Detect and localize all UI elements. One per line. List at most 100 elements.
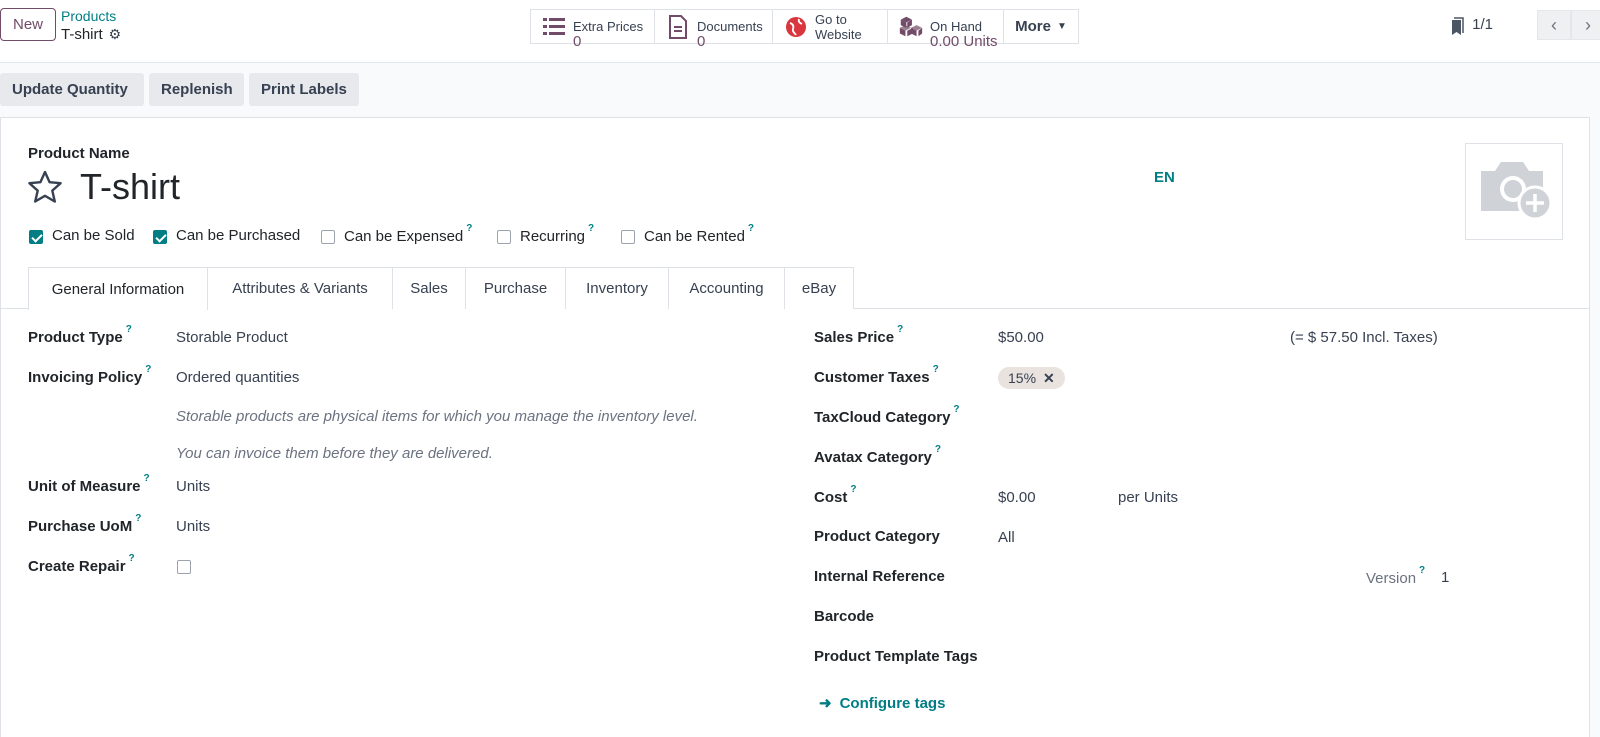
new-button[interactable]: New <box>0 8 56 41</box>
invoicing-policy-select[interactable]: Ordered quantities <box>176 369 299 386</box>
tab-purchase[interactable]: Purchase <box>465 267 566 309</box>
cost-field: Cost? <box>814 484 856 506</box>
barcode-label: Barcode <box>814 608 875 625</box>
purchase-uom-input[interactable]: Units <box>176 518 210 535</box>
replenish-button[interactable]: Replenish <box>149 73 244 106</box>
bookmark-icon[interactable] <box>1449 17 1465 42</box>
help-tooltip-icon[interactable]: ? <box>135 513 141 524</box>
product-name-input[interactable]: T-shirt <box>80 166 180 208</box>
cost-input[interactable]: $0.00 <box>998 489 1036 506</box>
tax-tag: 15% ✕ <box>998 367 1065 389</box>
tab-inventory[interactable]: Inventory <box>565 267 669 309</box>
product-image[interactable] <box>1465 143 1563 240</box>
product-type-field: Product Type? <box>28 324 132 346</box>
pager-value[interactable]: 1/1 <box>1472 16 1493 33</box>
help-tooltip-icon[interactable]: ? <box>748 223 754 234</box>
arrow-right-icon: ➜ <box>819 695 832 712</box>
tab-attributes-variants[interactable]: Attributes & Variants <box>207 267 393 309</box>
tab-general-information[interactable]: General Information <box>28 267 208 310</box>
internal-reference-label: Internal Reference <box>814 568 945 585</box>
documents-label: Documents <box>697 19 763 34</box>
document-icon <box>665 14 691 40</box>
gear-icon[interactable]: ⚙ <box>109 26 122 43</box>
create-repair-field: Create Repair? <box>28 553 135 575</box>
breadcrumb-current-label: T-shirt <box>61 26 103 43</box>
go-to-website-button[interactable]: Go to Website <box>772 9 888 44</box>
unit-of-measure-input[interactable]: Units <box>176 478 210 495</box>
invoicing-policy-label: Invoicing Policy <box>28 369 143 386</box>
update-quantity-button[interactable]: Update Quantity <box>0 73 144 106</box>
purchase-uom-field: Purchase UoM? <box>28 513 141 535</box>
on-hand-button[interactable]: On Hand 0.00 Units <box>887 9 1004 49</box>
can-be-sold-label: Can be Sold <box>52 227 135 244</box>
chevron-right-icon: › <box>1585 14 1591 35</box>
control-panel: New Products T-shirt ⚙ Extra Prices 0 Doc… <box>0 0 1600 63</box>
taxcloud-category-label: TaxCloud Category <box>814 409 951 426</box>
help-tooltip-icon[interactable]: ? <box>935 444 941 455</box>
help-tooltip-icon[interactable]: ? <box>145 364 151 375</box>
avatax-category-field: Avatax Category? <box>814 444 941 466</box>
help-tooltip-icon[interactable]: ? <box>144 473 150 484</box>
documents-count: 0 <box>697 33 706 50</box>
help-tooltip-icon[interactable]: ? <box>126 324 132 335</box>
tab-accounting[interactable]: Accounting <box>668 267 785 309</box>
avatax-category-label: Avatax Category <box>814 449 932 466</box>
help-tooltip-icon[interactable]: ? <box>897 324 903 335</box>
invoicing-help-text: You can invoice them before they are del… <box>176 445 493 462</box>
help-tooltip-icon[interactable]: ? <box>129 553 135 564</box>
help-tooltip-icon[interactable]: ? <box>1419 565 1425 576</box>
recurring-checkbox[interactable] <box>497 230 511 244</box>
star-icon[interactable] <box>27 170 63 209</box>
product-template-tags-label: Product Template Tags <box>814 648 978 665</box>
can-be-rented-checkbox[interactable] <box>621 230 635 244</box>
version-label: Version <box>1366 570 1417 587</box>
product-name-label: Product Name <box>28 145 130 162</box>
sales-price-input[interactable]: $50.00 <box>998 329 1044 346</box>
print-labels-button[interactable]: Print Labels <box>249 73 359 106</box>
form-sheet: Product Name T-shirt EN Can be Sold Can … <box>0 117 1590 737</box>
can-be-expensed-field: Can be Expensed? <box>344 223 472 245</box>
breadcrumb-products-link[interactable]: Products <box>61 8 116 24</box>
create-repair-checkbox[interactable] <box>177 560 191 574</box>
help-tooltip-icon[interactable]: ? <box>850 484 856 495</box>
product-type-select[interactable]: Storable Product <box>176 329 288 346</box>
extra-prices-button[interactable]: Extra Prices 0 <box>530 9 655 49</box>
product-category-label: Product Category <box>814 528 940 545</box>
customer-taxes-label: Customer Taxes <box>814 369 930 386</box>
more-button[interactable]: More ▼ <box>1003 9 1079 44</box>
sales-price-label: Sales Price <box>814 329 895 346</box>
cost-label: Cost <box>814 489 848 506</box>
help-tooltip-icon[interactable]: ? <box>933 364 939 375</box>
product-type-label: Product Type <box>28 329 123 346</box>
pager-previous-button[interactable]: ‹ <box>1537 10 1571 40</box>
can-be-expensed-checkbox[interactable] <box>321 230 335 244</box>
help-tooltip-icon[interactable]: ? <box>466 223 472 234</box>
configure-tags-link[interactable]: ➜ Configure tags <box>819 694 945 713</box>
unit-of-measure-label: Unit of Measure <box>28 478 141 495</box>
help-tooltip-icon[interactable]: ? <box>588 223 594 234</box>
can-be-rented-label: Can be Rented <box>644 228 745 245</box>
on-hand-value: 0.00 Units <box>930 33 998 50</box>
can-be-rented-field: Can be Rented? <box>644 223 754 245</box>
can-be-sold-checkbox[interactable] <box>29 230 43 244</box>
tab-ebay[interactable]: eBay <box>784 267 854 309</box>
can-be-purchased-checkbox[interactable] <box>153 230 167 244</box>
version-field: Version? <box>1366 565 1425 587</box>
help-tooltip-icon[interactable]: ? <box>953 404 959 415</box>
product-category-select[interactable]: All <box>998 529 1015 546</box>
can-be-expensed-label: Can be Expensed <box>344 228 464 245</box>
globe-icon <box>783 14 809 40</box>
pager-next-button[interactable]: › <box>1571 10 1600 40</box>
recurring-label: Recurring <box>520 228 586 245</box>
version-value: 1 <box>1441 569 1450 586</box>
invoicing-policy-field: Invoicing Policy? <box>28 364 151 386</box>
close-icon[interactable]: ✕ <box>1043 370 1055 387</box>
tab-sales[interactable]: Sales <box>392 267 466 309</box>
extra-prices-count: 0 <box>573 33 582 50</box>
on-hand-label: On Hand <box>930 19 983 34</box>
website-line1: Go to <box>815 11 847 27</box>
more-label: More <box>1015 18 1051 35</box>
taxcloud-category-field: TaxCloud Category? <box>814 404 960 426</box>
documents-button[interactable]: Documents 0 <box>654 9 773 49</box>
language-button[interactable]: EN <box>1154 169 1175 186</box>
